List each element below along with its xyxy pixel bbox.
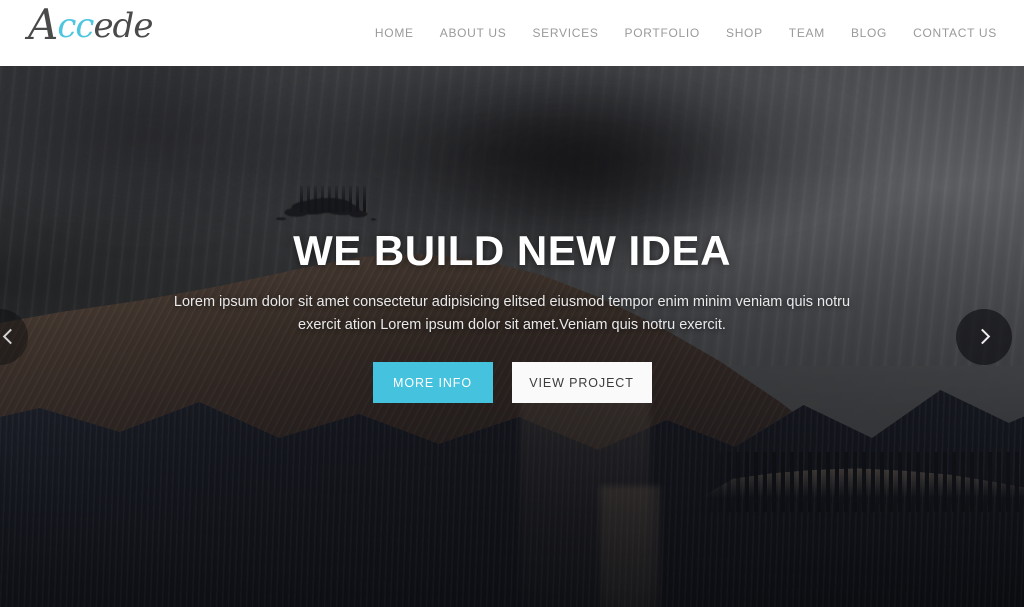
logo-accent-letters: cc bbox=[57, 6, 94, 46]
nav-item-home[interactable]: HOME bbox=[362, 0, 427, 66]
nav-item-blog[interactable]: BLOG bbox=[838, 0, 900, 66]
hero-slider: WE BUILD NEW IDEA Lorem ipsum dolor sit … bbox=[0, 66, 1024, 607]
chevron-left-icon bbox=[2, 328, 18, 345]
hero-title: WE BUILD NEW IDEA bbox=[293, 227, 731, 274]
chevron-right-icon bbox=[974, 328, 991, 345]
hero-content: WE BUILD NEW IDEA Lorem ipsum dolor sit … bbox=[0, 66, 1024, 607]
hero-subtitle: Lorem ipsum dolor sit amet consectetur a… bbox=[173, 294, 851, 333]
nav-item-shop[interactable]: SHOP bbox=[713, 0, 776, 66]
logo-letter-a: A bbox=[28, 0, 58, 49]
more-info-button[interactable]: MORE INFO bbox=[372, 362, 493, 404]
site-header: Accede HOME ABOUT US SERVICES PORTFOLIO … bbox=[0, 0, 1024, 66]
main-navigation: HOME ABOUT US SERVICES PORTFOLIO SHOP TE… bbox=[362, 0, 1010, 66]
hero-action-buttons: MORE INFO VIEW PROJECT bbox=[372, 362, 652, 404]
nav-item-services[interactable]: SERVICES bbox=[519, 0, 611, 66]
site-logo[interactable]: Accede bbox=[28, 4, 153, 47]
nav-item-team[interactable]: TEAM bbox=[776, 0, 838, 66]
nav-item-about-us[interactable]: ABOUT US bbox=[427, 0, 520, 66]
nav-item-portfolio[interactable]: PORTFOLIO bbox=[612, 0, 713, 66]
view-project-button[interactable]: VIEW PROJECT bbox=[511, 362, 652, 404]
logo-tail-letters: ede bbox=[93, 6, 153, 46]
slider-next-button[interactable] bbox=[956, 308, 1012, 365]
nav-item-contact-us[interactable]: CONTACT US bbox=[900, 0, 1010, 66]
